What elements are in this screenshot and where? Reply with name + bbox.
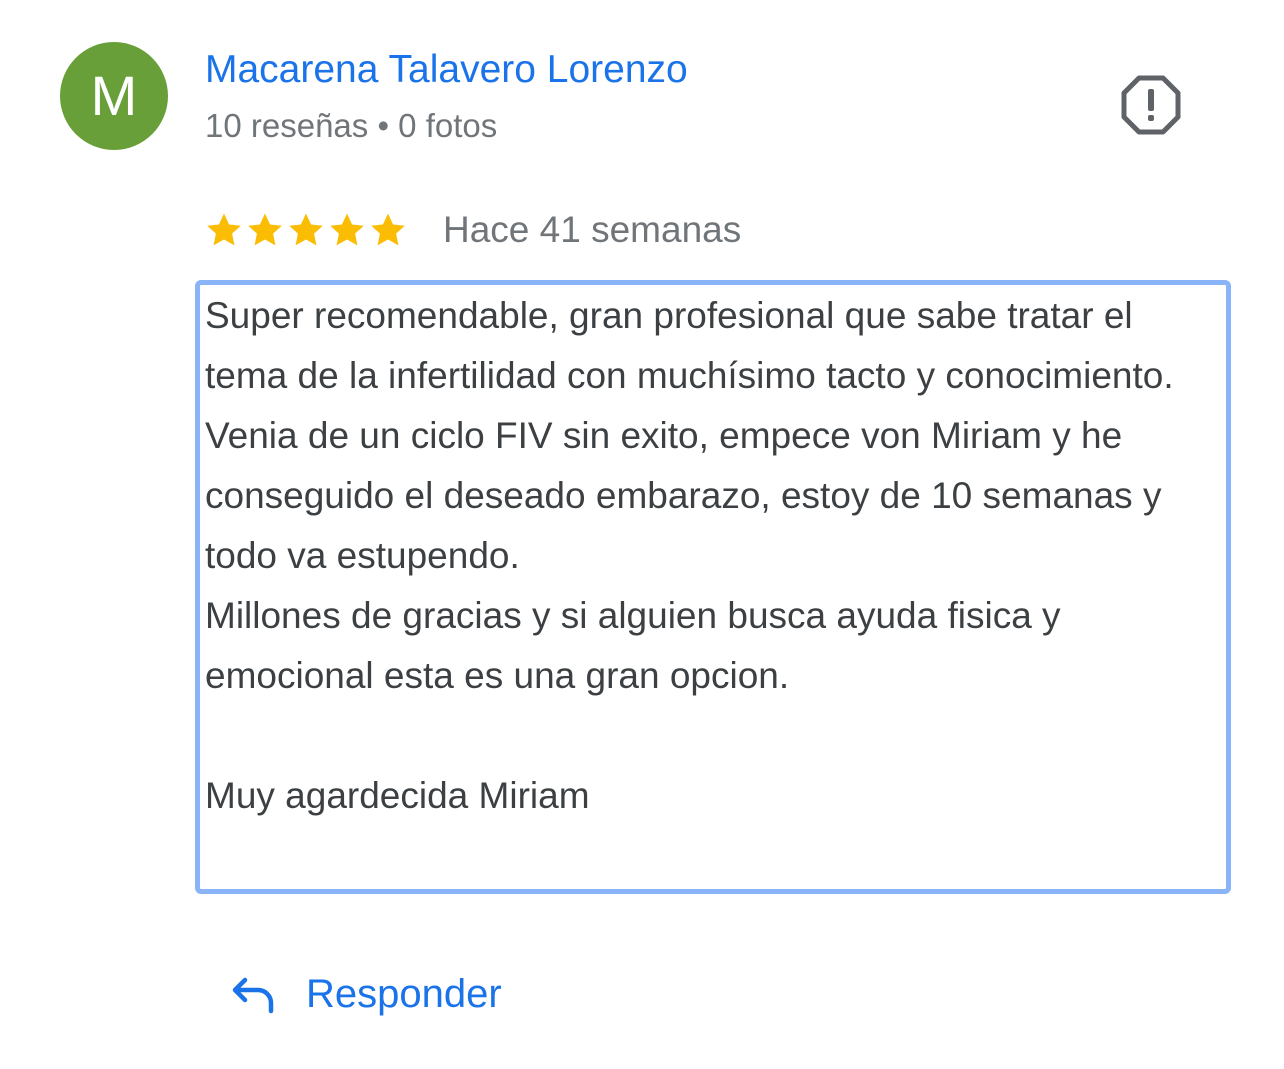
reply-label: Responder bbox=[306, 971, 502, 1016]
star-icon bbox=[330, 213, 364, 246]
author-meta: 10 reseñas • 0 fotos bbox=[205, 107, 498, 144]
star-icon bbox=[289, 213, 323, 246]
reply-button[interactable]: Responder bbox=[228, 964, 502, 1024]
review-text: Super recomendable, gran profesional que… bbox=[205, 286, 1215, 826]
review-paragraph-spacer bbox=[205, 706, 1215, 766]
report-icon[interactable] bbox=[1120, 74, 1182, 136]
star-icon bbox=[371, 213, 405, 246]
avatar[interactable]: M bbox=[60, 42, 168, 150]
star-icon bbox=[248, 213, 282, 246]
star-rating bbox=[205, 211, 407, 249]
review-date: Hace 41 semanas bbox=[443, 209, 742, 250]
review-paragraph: Super recomendable, gran profesional que… bbox=[205, 295, 1174, 696]
rating-row: Hace 41 semanas bbox=[205, 204, 741, 256]
author-name-link[interactable]: Macarena Talavero Lorenzo bbox=[205, 46, 688, 94]
star-icon bbox=[207, 213, 241, 246]
review-paragraph: Muy agardecida Miriam bbox=[205, 775, 590, 816]
reply-arrow-icon bbox=[232, 977, 274, 1014]
